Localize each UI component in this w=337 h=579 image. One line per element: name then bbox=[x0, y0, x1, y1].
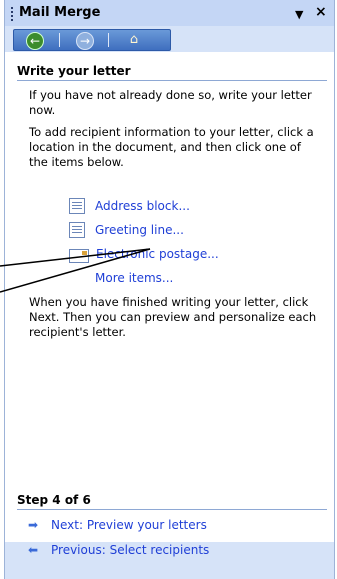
greeting-line-link[interactable]: Greeting line... bbox=[69, 221, 184, 239]
section-heading: Write your letter bbox=[17, 64, 131, 78]
nav-button-group: ← → ⌂ bbox=[13, 29, 171, 51]
instruction-text: To add recipient information to your let… bbox=[29, 125, 314, 169]
step-indicator: Step 4 of 6 bbox=[17, 493, 91, 507]
dropdown-arrow-icon[interactable]: ▼ bbox=[295, 8, 303, 21]
address-block-label[interactable]: Address block... bbox=[95, 199, 190, 213]
close-icon[interactable]: × bbox=[315, 4, 327, 20]
address-block-link[interactable]: Address block... bbox=[69, 197, 190, 215]
greeting-line-icon bbox=[69, 222, 85, 238]
footer-divider bbox=[17, 509, 327, 510]
section-divider bbox=[17, 80, 327, 81]
task-pane-nav-bar: ← → ⌂ bbox=[9, 28, 329, 51]
electronic-postage-link[interactable]: Electronic postage... bbox=[69, 245, 219, 263]
back-arrow-icon[interactable]: ← bbox=[26, 32, 44, 50]
grip-handle[interactable] bbox=[11, 7, 13, 21]
finish-instruction-text: When you have finished writing your lett… bbox=[29, 295, 317, 339]
forward-arrow-icon[interactable]: → bbox=[76, 32, 94, 50]
more-items-label[interactable]: More items... bbox=[95, 271, 173, 285]
greeting-line-label[interactable]: Greeting line... bbox=[95, 223, 184, 237]
electronic-postage-icon bbox=[69, 249, 89, 263]
nav-separator bbox=[108, 33, 109, 47]
task-pane-title-bar: Mail Merge ▼ × bbox=[5, 0, 334, 26]
mail-merge-task-pane: Mail Merge ▼ × ← → ⌂ Write your letter I… bbox=[4, 0, 335, 579]
electronic-postage-label[interactable]: Electronic postage... bbox=[96, 247, 219, 261]
home-icon[interactable]: ⌂ bbox=[124, 32, 144, 48]
next-step-label[interactable]: Next: Preview your letters bbox=[51, 518, 207, 532]
next-step-link[interactable]: ➡ Next: Preview your letters bbox=[25, 518, 207, 532]
previous-step-label[interactable]: Previous: Select recipients bbox=[51, 543, 209, 557]
task-pane-content: Write your letter If you have not alread… bbox=[5, 52, 334, 557]
previous-step-link[interactable]: ⬅ Previous: Select recipients bbox=[25, 543, 209, 557]
more-items-link[interactable]: More items... bbox=[95, 269, 173, 287]
left-arrow-icon: ⬅ bbox=[27, 543, 39, 557]
right-arrow-icon: ➡ bbox=[27, 518, 39, 532]
nav-separator bbox=[59, 33, 60, 47]
instruction-text: If you have not already done so, write y… bbox=[29, 88, 312, 117]
address-block-icon bbox=[69, 198, 85, 214]
task-pane-title: Mail Merge bbox=[19, 5, 101, 20]
